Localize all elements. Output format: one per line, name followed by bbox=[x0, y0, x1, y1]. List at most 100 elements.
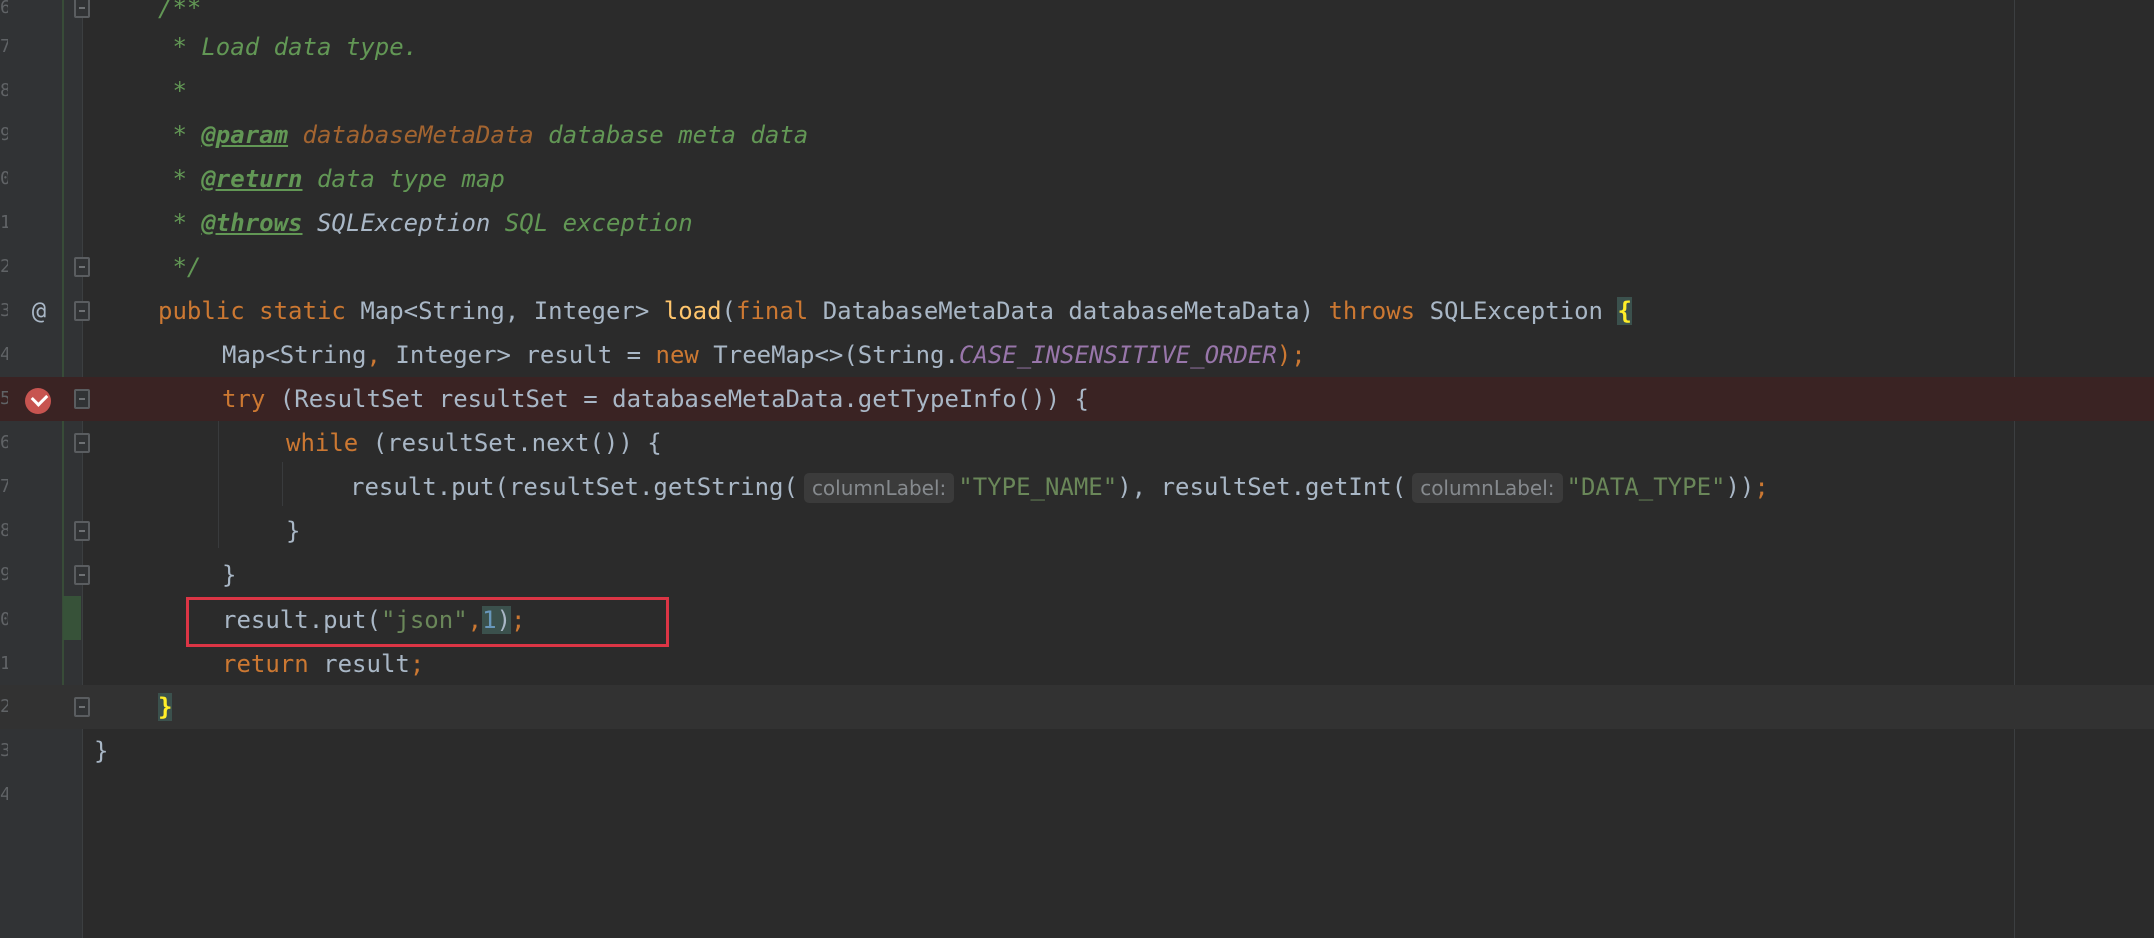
line-text: * Load data type. bbox=[158, 25, 418, 69]
line-number: 2 bbox=[0, 696, 8, 717]
code-token: (ResultSet resultSet = databaseMetaData.… bbox=[265, 385, 1089, 413]
line-number: 7 bbox=[0, 476, 8, 497]
code-line[interactable]: 2 */ bbox=[0, 245, 2154, 289]
line-text: try (ResultSet resultSet = databaseMetaD… bbox=[222, 377, 1089, 421]
fold-marker-icon[interactable] bbox=[74, 0, 90, 18]
javadoc-param-tag[interactable]: @param bbox=[201, 121, 288, 149]
code-line[interactable]: 4 Map<String, Integer> result = new Tree… bbox=[0, 333, 2154, 377]
javadoc-param-name[interactable]: databaseMetaData bbox=[303, 121, 534, 149]
code-token: } bbox=[222, 561, 237, 589]
code-token: result bbox=[308, 650, 410, 678]
javadoc-return-desc: data type map bbox=[302, 165, 505, 193]
code-line[interactable]: 3 @ public static Map<String, Integer> l… bbox=[0, 289, 2154, 333]
fold-end-icon[interactable] bbox=[74, 565, 90, 585]
javadoc-prefix: * bbox=[158, 209, 202, 237]
javadoc-return-tag[interactable]: @return bbox=[201, 165, 302, 193]
line-text: while (resultSet.next()) { bbox=[286, 421, 662, 465]
code-token: ; bbox=[1754, 473, 1769, 501]
line-text: * bbox=[158, 69, 187, 113]
code-token: , bbox=[366, 341, 381, 369]
code-token: Map<String bbox=[222, 341, 367, 369]
code-token: TreeMap<>(String. bbox=[698, 341, 959, 369]
line-number: 0 bbox=[0, 609, 8, 630]
method-name[interactable]: load bbox=[664, 297, 722, 325]
line-text: Map<String, Integer> result = new TreeMa… bbox=[222, 333, 1306, 377]
code-line-current[interactable]: 2 } bbox=[0, 685, 2154, 729]
matched-brace-open: { bbox=[1617, 297, 1632, 325]
javadoc-prefix: * bbox=[158, 121, 202, 149]
code-line[interactable]: 0 * @return data type map bbox=[0, 157, 2154, 201]
line-number: 1 bbox=[0, 212, 8, 233]
line-number: 8 bbox=[0, 520, 8, 541]
override-marker-icon[interactable]: @ bbox=[26, 289, 52, 333]
line-number: 9 bbox=[0, 124, 8, 145]
code-line-breakpoint[interactable]: 5 try (ResultSet resultSet = databaseMet… bbox=[0, 377, 2154, 421]
line-number: 4 bbox=[0, 784, 8, 805]
javadoc-blank: * bbox=[158, 77, 187, 105]
code-line[interactable]: 3 } bbox=[0, 729, 2154, 773]
code-token: (resultSet.next()) { bbox=[358, 429, 662, 457]
line-number: 1 bbox=[0, 653, 8, 674]
keyword-throws: throws bbox=[1328, 297, 1416, 325]
code-token: ), resultSet.getInt( bbox=[1117, 473, 1407, 501]
code-line[interactable]: 6 while (resultSet.next()) { bbox=[0, 421, 2154, 465]
line-number: 4 bbox=[0, 344, 8, 365]
line-number: 0 bbox=[0, 168, 8, 189]
fold-end-icon[interactable] bbox=[74, 257, 90, 277]
javadoc-open: /** bbox=[158, 0, 202, 22]
highlight-annotation-box bbox=[186, 597, 669, 647]
keyword-try: try bbox=[222, 385, 266, 413]
line-text: * @param databaseMetaData database meta … bbox=[158, 113, 808, 157]
exception-type[interactable]: SQLException bbox=[1430, 297, 1603, 325]
code-token: ); bbox=[1276, 341, 1306, 369]
keyword-final: final bbox=[736, 297, 809, 325]
javadoc-throws-tag[interactable]: @throws bbox=[201, 209, 302, 237]
code-token: } bbox=[286, 517, 301, 545]
code-line[interactable]: 4 bbox=[0, 773, 2154, 817]
paren: ( bbox=[721, 297, 736, 325]
fold-marker-icon[interactable] bbox=[74, 389, 90, 409]
line-number: 6 bbox=[0, 432, 8, 453]
code-line[interactable]: 8 * bbox=[0, 69, 2154, 113]
line-number: 8 bbox=[0, 80, 8, 101]
code-token: )) bbox=[1725, 473, 1755, 501]
fold-end-icon[interactable] bbox=[74, 697, 90, 717]
line-number: 2 bbox=[0, 256, 8, 277]
code-line[interactable]: 9 } bbox=[0, 553, 2154, 597]
line-text: } bbox=[158, 685, 173, 729]
fold-end-icon[interactable] bbox=[74, 521, 90, 541]
code-line[interactable]: 1 * @throws SQLException SQL exception bbox=[0, 201, 2154, 245]
breakpoint-icon[interactable] bbox=[25, 388, 51, 414]
javadoc-param-desc: database meta data bbox=[533, 121, 809, 149]
code-line[interactable]: 1 return result; bbox=[0, 642, 2154, 686]
line-text: public static Map<String, Integer> load(… bbox=[158, 289, 1632, 333]
line-text: return result; bbox=[222, 642, 424, 686]
javadoc-close: */ bbox=[158, 253, 202, 281]
code-line[interactable]: 7 result.put(resultSet.getString(columnL… bbox=[0, 465, 2154, 509]
keyword-return: return bbox=[222, 650, 309, 678]
keyword-static: static bbox=[259, 297, 346, 325]
line-text: } bbox=[222, 553, 236, 597]
string-literal: "DATA_TYPE" bbox=[1566, 473, 1726, 501]
line-text: */ bbox=[158, 245, 201, 289]
line-number: 7 bbox=[0, 36, 8, 57]
fold-marker-icon[interactable] bbox=[74, 433, 90, 453]
return-type: Map<String, Integer> bbox=[360, 297, 650, 325]
line-text: * @throws SQLException SQL exception bbox=[158, 201, 693, 245]
parameter-hint: columnLabel: bbox=[803, 473, 955, 503]
code-line[interactable]: 7 * Load data type. bbox=[0, 25, 2154, 69]
fold-marker-icon[interactable] bbox=[74, 301, 90, 321]
javadoc-prefix: * bbox=[158, 165, 202, 193]
line-number: 5 bbox=[0, 388, 8, 409]
code-line[interactable]: 8 } bbox=[0, 509, 2154, 553]
static-constant[interactable]: CASE_INSENSITIVE_ORDER bbox=[959, 341, 1277, 369]
line-text: } bbox=[286, 509, 300, 553]
javadoc-throws-type[interactable]: SQLException bbox=[317, 209, 490, 237]
javadoc-summary: * Load data type. bbox=[158, 33, 419, 61]
line-text: * @return data type map bbox=[158, 157, 505, 201]
method-param: DatabaseMetaData databaseMetaData) bbox=[822, 297, 1314, 325]
javadoc-throws-desc: SQL exception bbox=[490, 209, 693, 237]
code-line[interactable]: 9 * @param databaseMetaData database met… bbox=[0, 113, 2154, 157]
keyword-while: while bbox=[286, 429, 359, 457]
line-text: result.put(resultSet.getString(columnLab… bbox=[350, 465, 1769, 509]
